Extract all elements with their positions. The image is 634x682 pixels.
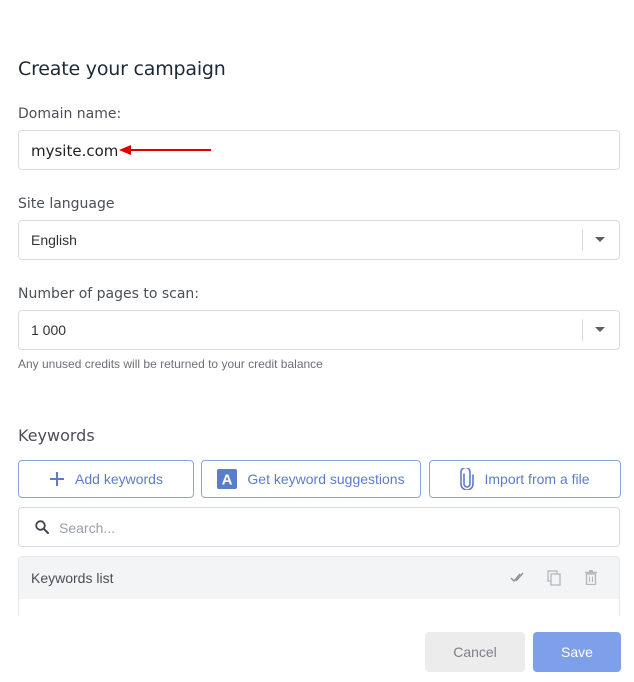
keywords-list-title: Keywords list	[31, 570, 114, 586]
domain-label: Domain name:	[18, 106, 122, 122]
trash-icon[interactable]	[585, 570, 597, 585]
annotation-arrow-icon	[119, 145, 211, 155]
chevron-down-icon[interactable]	[595, 237, 605, 242]
keyword-suggestions-label: Get keyword suggestions	[247, 471, 405, 487]
pages-label: Number of pages to scan:	[18, 286, 200, 302]
select-divider	[582, 319, 583, 341]
double-check-icon[interactable]	[510, 570, 528, 584]
page-title: Create your campaign	[18, 58, 226, 80]
language-label: Site language	[18, 196, 115, 212]
save-button[interactable]: Save	[533, 632, 621, 672]
select-divider	[582, 229, 583, 251]
import-file-label: Import from a file	[484, 471, 590, 487]
font-a-icon: A	[217, 469, 238, 489]
keywords-list-header: Keywords list	[19, 557, 619, 599]
language-value: English	[31, 232, 77, 248]
search-input[interactable]	[57, 516, 601, 540]
import-file-button[interactable]: Import from a file	[429, 460, 621, 498]
add-keywords-label: Add keywords	[75, 471, 163, 487]
keywords-list: Keywords list	[18, 556, 620, 616]
paperclip-icon	[460, 468, 475, 490]
domain-input[interactable]: mysite.com	[18, 130, 620, 170]
chevron-down-icon[interactable]	[595, 327, 605, 332]
plus-icon	[50, 472, 65, 486]
svg-text:A: A	[222, 472, 233, 489]
keywords-title: Keywords	[18, 426, 95, 445]
cancel-button[interactable]: Cancel	[425, 632, 525, 672]
pages-value: 1 000	[31, 322, 67, 338]
search-icon	[35, 520, 49, 534]
add-keywords-button[interactable]: Add keywords	[18, 460, 194, 498]
pages-select[interactable]: 1 000	[18, 310, 620, 350]
copy-icon[interactable]	[547, 570, 561, 586]
language-select[interactable]: English	[18, 220, 620, 260]
keyword-suggestions-button[interactable]: A Get keyword suggestions	[201, 460, 421, 498]
pages-hint: Any unused credits will be returned to y…	[18, 357, 323, 371]
keyword-search[interactable]	[18, 507, 620, 547]
domain-value: mysite.com	[31, 142, 119, 160]
